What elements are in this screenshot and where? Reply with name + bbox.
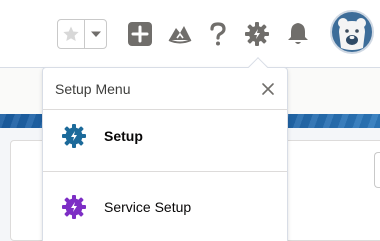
- favorites-group: [57, 19, 107, 49]
- trailhead-icon: [168, 26, 192, 44]
- menu-item-service-setup[interactable]: Service Setup: [43, 179, 287, 235]
- global-actions-button[interactable]: [125, 19, 155, 49]
- trailhead-button[interactable]: [165, 19, 195, 49]
- menu-divider: [43, 171, 287, 172]
- gear-icon: [61, 194, 87, 220]
- bear-avatar-icon: [338, 18, 366, 50]
- close-icon[interactable]: [261, 82, 275, 96]
- chevron-down-icon: [90, 31, 101, 37]
- setup-button[interactable]: [242, 19, 272, 49]
- menu-item-setup[interactable]: Setup: [43, 108, 287, 164]
- user-avatar-button[interactable]: [330, 10, 374, 54]
- gear-icon: [245, 22, 269, 46]
- setup-menu-header: Setup Menu: [43, 68, 287, 110]
- gear-icon: [61, 123, 87, 149]
- star-icon: [63, 26, 79, 42]
- help-button[interactable]: [203, 19, 233, 49]
- bell-icon: [288, 23, 308, 44]
- notifications-button[interactable]: [283, 19, 313, 49]
- favorites-button[interactable]: [58, 20, 85, 48]
- side-panel-handle[interactable]: [374, 152, 380, 188]
- setup-menu-title: Setup Menu: [55, 80, 131, 97]
- plus-icon: [128, 22, 152, 46]
- menu-item-label: Service Setup: [104, 199, 192, 215]
- setup-menu-panel: Setup Menu Setup Service Setup: [42, 57, 288, 241]
- menu-item-label: Setup: [104, 128, 143, 144]
- question-icon: [210, 22, 226, 46]
- favorites-list-button[interactable]: [85, 20, 106, 48]
